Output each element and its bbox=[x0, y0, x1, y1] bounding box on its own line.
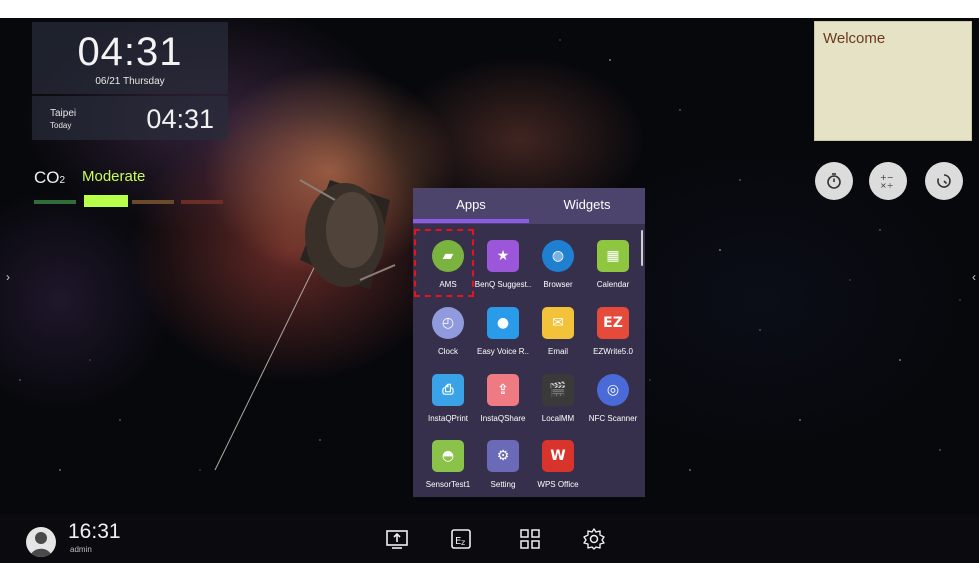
ezwrite-icon: E z bbox=[451, 529, 471, 549]
clock-date: 06/21 Thursday bbox=[95, 76, 165, 87]
status-username: admin bbox=[70, 545, 92, 554]
screen-share-button[interactable] bbox=[384, 526, 410, 552]
stopwatch-button[interactable] bbox=[815, 162, 853, 200]
apps-grid-button[interactable] bbox=[517, 526, 543, 552]
co2-status: Moderate bbox=[82, 168, 146, 185]
browser-icon: ◍ bbox=[542, 240, 574, 272]
bottom-status-bar bbox=[0, 514, 979, 563]
clock-time: 04:31 bbox=[77, 30, 183, 74]
app-browser[interactable]: ◍ Browser bbox=[530, 240, 586, 310]
ezwrite-button[interactable]: E z bbox=[448, 526, 474, 552]
app-sensortest1[interactable]: ◓ SensorTest1 bbox=[420, 440, 476, 510]
settings-button[interactable] bbox=[581, 526, 607, 552]
top-caption-strip bbox=[0, 0, 979, 18]
space-probe bbox=[214, 179, 396, 471]
ams-highlight-box bbox=[414, 229, 474, 297]
share-icon: ⇪ bbox=[487, 374, 519, 406]
screen-share-icon bbox=[386, 530, 408, 549]
co2-label: CO2 bbox=[34, 168, 66, 187]
timer-button[interactable] bbox=[925, 162, 963, 200]
app-setting[interactable]: ⚙ Setting bbox=[475, 440, 531, 510]
clock-icon: ◴ bbox=[432, 307, 464, 339]
user-avatar[interactable] bbox=[26, 527, 56, 557]
app-instaqshare[interactable]: ⇪ InstaQShare bbox=[475, 374, 531, 444]
co2-level-bar bbox=[181, 200, 223, 204]
app-localmm[interactable]: 🎬 LocalMM bbox=[530, 374, 586, 444]
app-label: EZWrite5.0 bbox=[593, 347, 633, 356]
clapperboard-icon: 🎬 bbox=[542, 374, 574, 406]
wps-office-icon: W bbox=[542, 440, 574, 472]
world-clock-time: 04:31 bbox=[146, 104, 214, 134]
app-wps-office[interactable]: W WPS Office bbox=[530, 440, 586, 510]
benq-suggest-icon: ★ bbox=[487, 240, 519, 272]
clock-widget[interactable]: 04:31 06/21 Thursday bbox=[32, 22, 228, 94]
right-panel-arrow-icon[interactable]: ‹ bbox=[972, 270, 976, 284]
ezwrite-icon: EZ bbox=[597, 307, 629, 339]
app-label: NFC Scanner bbox=[588, 414, 638, 423]
app-benq-suggest[interactable]: ★ BenQ Suggest.. bbox=[475, 240, 531, 310]
android-icon: ◓ bbox=[432, 440, 464, 472]
printer-icon: ⎙ bbox=[432, 374, 464, 406]
sticky-note-text: Welcome bbox=[823, 30, 886, 47]
world-clock-city: Taipei bbox=[50, 108, 77, 119]
svg-text:z: z bbox=[461, 538, 465, 547]
status-time: 16:31 bbox=[68, 520, 121, 543]
sticky-note-widget[interactable]: Welcome bbox=[814, 21, 972, 141]
app-label: WPS Office bbox=[537, 480, 579, 489]
microphone-icon: ● bbox=[487, 307, 519, 339]
settings-gear-icon bbox=[583, 528, 605, 550]
nfc-icon: ◎ bbox=[597, 374, 629, 406]
left-panel-arrow-icon[interactable]: › bbox=[6, 270, 10, 284]
active-tab-indicator bbox=[413, 219, 529, 223]
drawer-tab-bar: Apps Widgets bbox=[413, 188, 645, 224]
tab-widgets[interactable]: Widgets bbox=[529, 188, 645, 224]
world-clock-widget[interactable]: Taipei Today 04:31 bbox=[32, 96, 228, 140]
calculator-icon: +− ×÷ bbox=[880, 173, 893, 190]
stopwatch-icon bbox=[827, 173, 841, 189]
app-clock[interactable]: ◴ Clock bbox=[420, 307, 476, 377]
timer-icon bbox=[937, 174, 951, 188]
calculator-button[interactable]: +− ×÷ bbox=[869, 162, 907, 200]
calendar-icon: ▦ bbox=[597, 240, 629, 272]
apps-grid-icon bbox=[520, 529, 540, 549]
email-icon: ✉ bbox=[542, 307, 574, 339]
app-nfc-scanner[interactable]: ◎ NFC Scanner bbox=[585, 374, 641, 444]
user-icon bbox=[30, 532, 52, 557]
settings-icon: ⚙ bbox=[487, 440, 519, 472]
app-easy-voice-r[interactable]: ● Easy Voice R.. bbox=[475, 307, 531, 377]
app-ezwrite5-0[interactable]: EZ EZWrite5.0 bbox=[585, 307, 641, 377]
drawer-scrollbar[interactable] bbox=[641, 230, 643, 266]
app-email[interactable]: ✉ Email bbox=[530, 307, 586, 377]
app-instaqprint[interactable]: ⎙ InstaQPrint bbox=[420, 374, 476, 444]
co2-level-bar bbox=[132, 200, 174, 204]
app-label: Calendar bbox=[596, 280, 630, 289]
svg-text:×÷: ×÷ bbox=[880, 181, 893, 190]
co2-level-bar bbox=[34, 200, 76, 204]
co2-level-bar bbox=[84, 195, 128, 207]
app-calendar[interactable]: ▦ Calendar bbox=[585, 240, 641, 310]
world-clock-day: Today bbox=[50, 121, 72, 130]
